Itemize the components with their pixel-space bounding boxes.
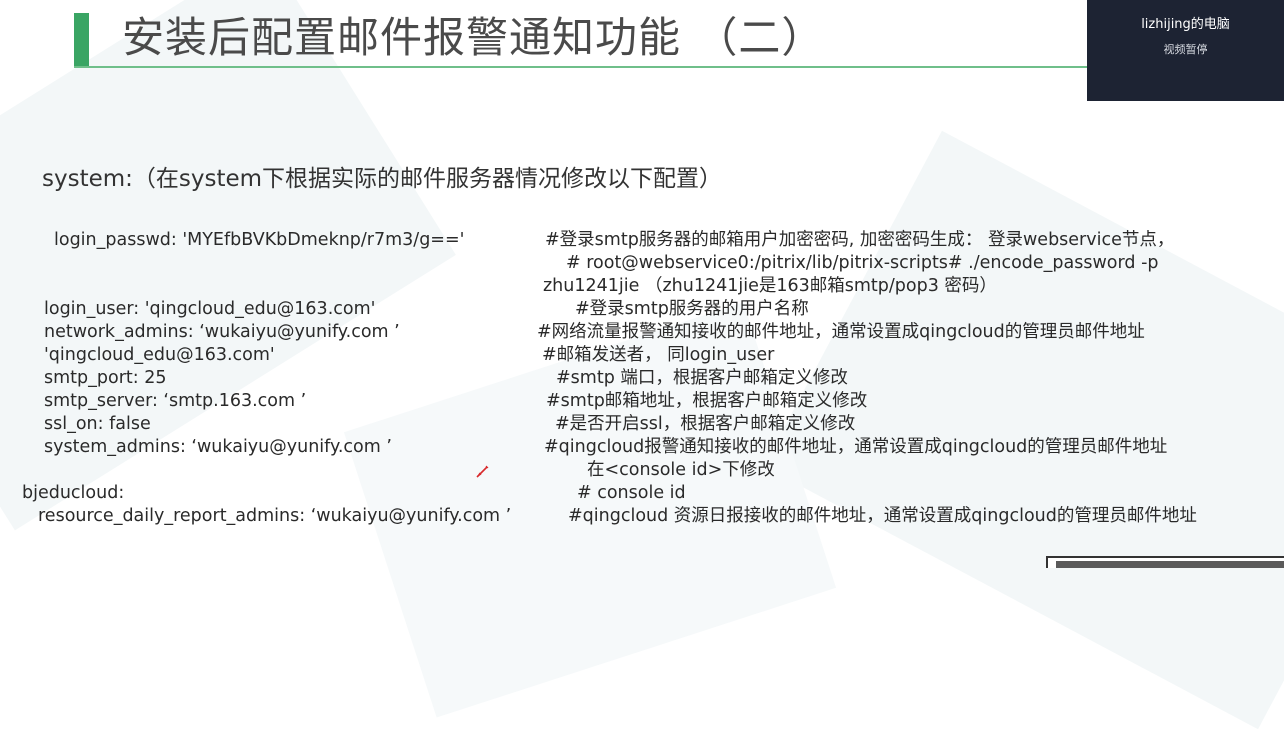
config-note-line: 在<console id>下修改 [587, 460, 775, 480]
config-key-line: 'qingcloud_edu@163.com' [44, 345, 275, 365]
title-divider [74, 66, 1094, 68]
config-comment-line: #smtp邮箱地址，根据客户邮箱定义修改 [546, 391, 868, 411]
section-subtitle: system:（在system下根据实际的邮件服务器情况修改以下配置） [42, 166, 723, 192]
config-comment-line: #登录smtp服务器的用户名称 [575, 299, 809, 319]
pen-cursor-icon [476, 465, 489, 478]
config-key-line: login_user: 'qingcloud_edu@163.com' [44, 299, 376, 319]
config-comment-line: #邮箱发送者， 同login_user [542, 345, 775, 365]
config-comment-line: #是否开启ssl，根据客户邮箱定义修改 [555, 414, 856, 434]
config-comment-line: #登录smtp服务器的邮箱用户加密密码, 加密密码生成： 登录webservic… [545, 230, 1175, 250]
config-comment-line: zhu1241jie （zhu1241jie是163邮箱smtp/pop3 密码… [543, 276, 997, 296]
config-comment-line: #qingcloud报警通知接收的邮件地址，通常设置成qingcloud的管理员… [544, 437, 1168, 457]
config-key-line: login_passwd: 'MYEfbBVKbDmeknp/r7m3/g==' [54, 230, 465, 250]
title-accent-bar [74, 13, 89, 67]
config-key-line: system_admins: ‘wukaiyu@yunify.com ’ [44, 437, 392, 457]
config-key-line: smtp_server: ‘smtp.163.com ’ [44, 391, 307, 411]
overlay-username: lizhijing的电脑 [1141, 17, 1230, 32]
config-key-line: bjeducloud: [22, 483, 125, 503]
overlay-status: 视频暂停 [1163, 43, 1208, 56]
config-key-line: network_admins: ‘wukaiyu@yunify.com ’ [44, 322, 400, 342]
video-thumbnail[interactable] [1046, 556, 1284, 568]
config-comment-line: # console id [577, 483, 686, 503]
config-key-line: smtp_port: 25 [44, 368, 167, 388]
config-key-line: resource_daily_report_admins: ‘wukaiyu@y… [38, 506, 512, 526]
thumbnail-fill [1056, 561, 1284, 568]
video-overlay[interactable]: lizhijing的电脑 视频暂停 [1087, 0, 1284, 101]
config-comment-line: # root@webservice0:/pitrix/lib/pitrix-sc… [566, 253, 1159, 273]
config-comment-line: #smtp 端口，根据客户邮箱定义修改 [556, 368, 848, 388]
config-comment-line: #网络流量报警通知接收的邮件地址，通常设置成qingcloud的管理员邮件地址 [537, 322, 1145, 342]
slide-title: 安装后配置邮件报警通知功能 （二） [122, 13, 825, 62]
config-key-line: ssl_on: false [44, 414, 151, 434]
config-comment-line: #qingcloud 资源日报接收的邮件地址，通常设置成qingcloud的管理… [568, 506, 1197, 526]
